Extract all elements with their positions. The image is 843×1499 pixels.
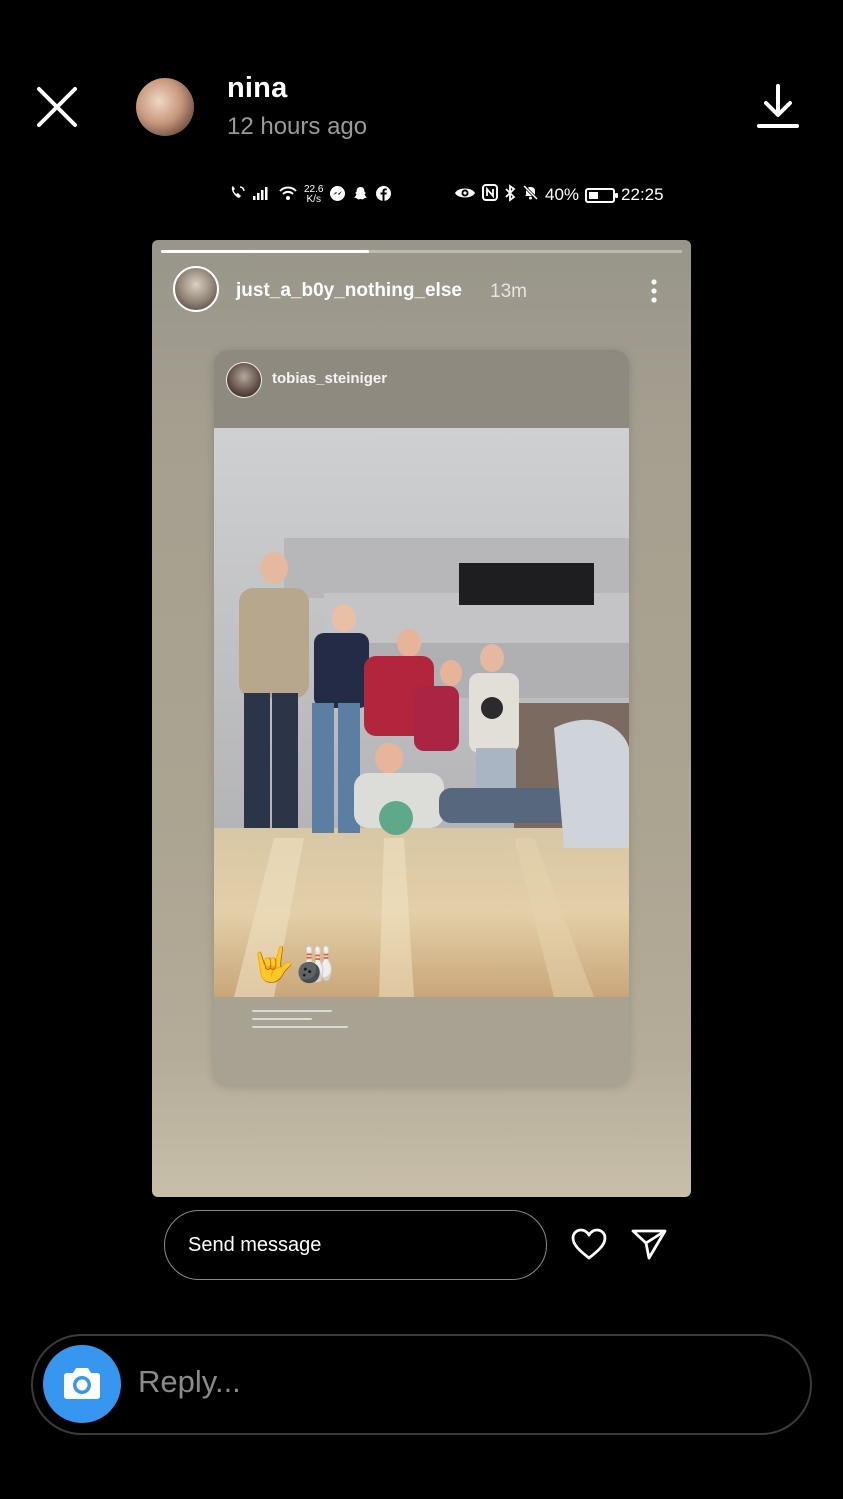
close-button[interactable]: [30, 80, 84, 134]
wifi-icon: [278, 185, 298, 205]
share-button[interactable]: [630, 1227, 668, 1261]
more-options-button[interactable]: [646, 277, 662, 305]
story-username[interactable]: nina: [227, 72, 287, 105]
mention-tag-line: [252, 1010, 332, 1012]
story-card[interactable]: just_a_b0y_nothing_else 13m tobias_stein…: [152, 240, 691, 1197]
close-icon: [37, 87, 77, 127]
status-bar-right: 40% 22:25: [454, 182, 664, 208]
emoji-sticker: 🤟🎳: [252, 946, 337, 984]
camera-icon: [64, 1368, 100, 1399]
story-progress-track: [161, 250, 682, 253]
download-button[interactable]: [754, 80, 802, 134]
shared-post-header: [214, 350, 629, 428]
camera-button[interactable]: [43, 1345, 121, 1423]
heart-icon: [571, 1228, 607, 1260]
status-time: 22:25: [621, 185, 664, 204]
avatar[interactable]: [136, 78, 194, 136]
signal-icon: [252, 185, 272, 205]
battery-level: [589, 191, 598, 199]
nfc-icon: [482, 184, 498, 206]
send-message-field[interactable]: Send message: [164, 1210, 547, 1280]
inner-timestamp: 13m: [490, 281, 527, 302]
inner-avatar[interactable]: [173, 266, 219, 312]
facebook-icon: [375, 185, 392, 206]
network-speed: 22.6 K/s: [304, 185, 323, 205]
shared-post[interactable]: tobias_steiniger 🤟🎳: [214, 350, 629, 1085]
battery-icon: [585, 187, 619, 203]
story-timestamp: 12 hours ago: [227, 113, 368, 140]
status-bar-left: 22.6 K/s: [228, 182, 392, 208]
battery-percent: 40%: [545, 185, 580, 204]
network-speed-unit: K/s: [306, 194, 321, 205]
more-vertical-icon: [651, 279, 657, 303]
shared-post-avatar[interactable]: [226, 362, 262, 398]
send-icon: [631, 1229, 667, 1260]
like-button[interactable]: [570, 1227, 608, 1261]
phone-wifi-icon: [228, 184, 246, 206]
bowling-group-photo: [214, 428, 629, 997]
mention-tags: [252, 1004, 362, 1034]
reply-input-placeholder: Reply...: [138, 1364, 241, 1399]
mute-icon: [522, 184, 539, 206]
eye-icon: [454, 185, 476, 206]
inner-username[interactable]: just_a_b0y_nothing_else: [236, 280, 462, 302]
bluetooth-icon: [504, 183, 516, 207]
mention-tag-line: [252, 1018, 312, 1020]
messenger-icon: [329, 185, 346, 206]
story-progress-fill: [161, 250, 370, 253]
send-message-label: Send message: [188, 1233, 322, 1256]
download-icon: [757, 84, 799, 128]
shared-post-username[interactable]: tobias_steiniger: [272, 370, 387, 387]
snapchat-icon: [352, 185, 369, 206]
mention-tag-line: [252, 1026, 348, 1028]
